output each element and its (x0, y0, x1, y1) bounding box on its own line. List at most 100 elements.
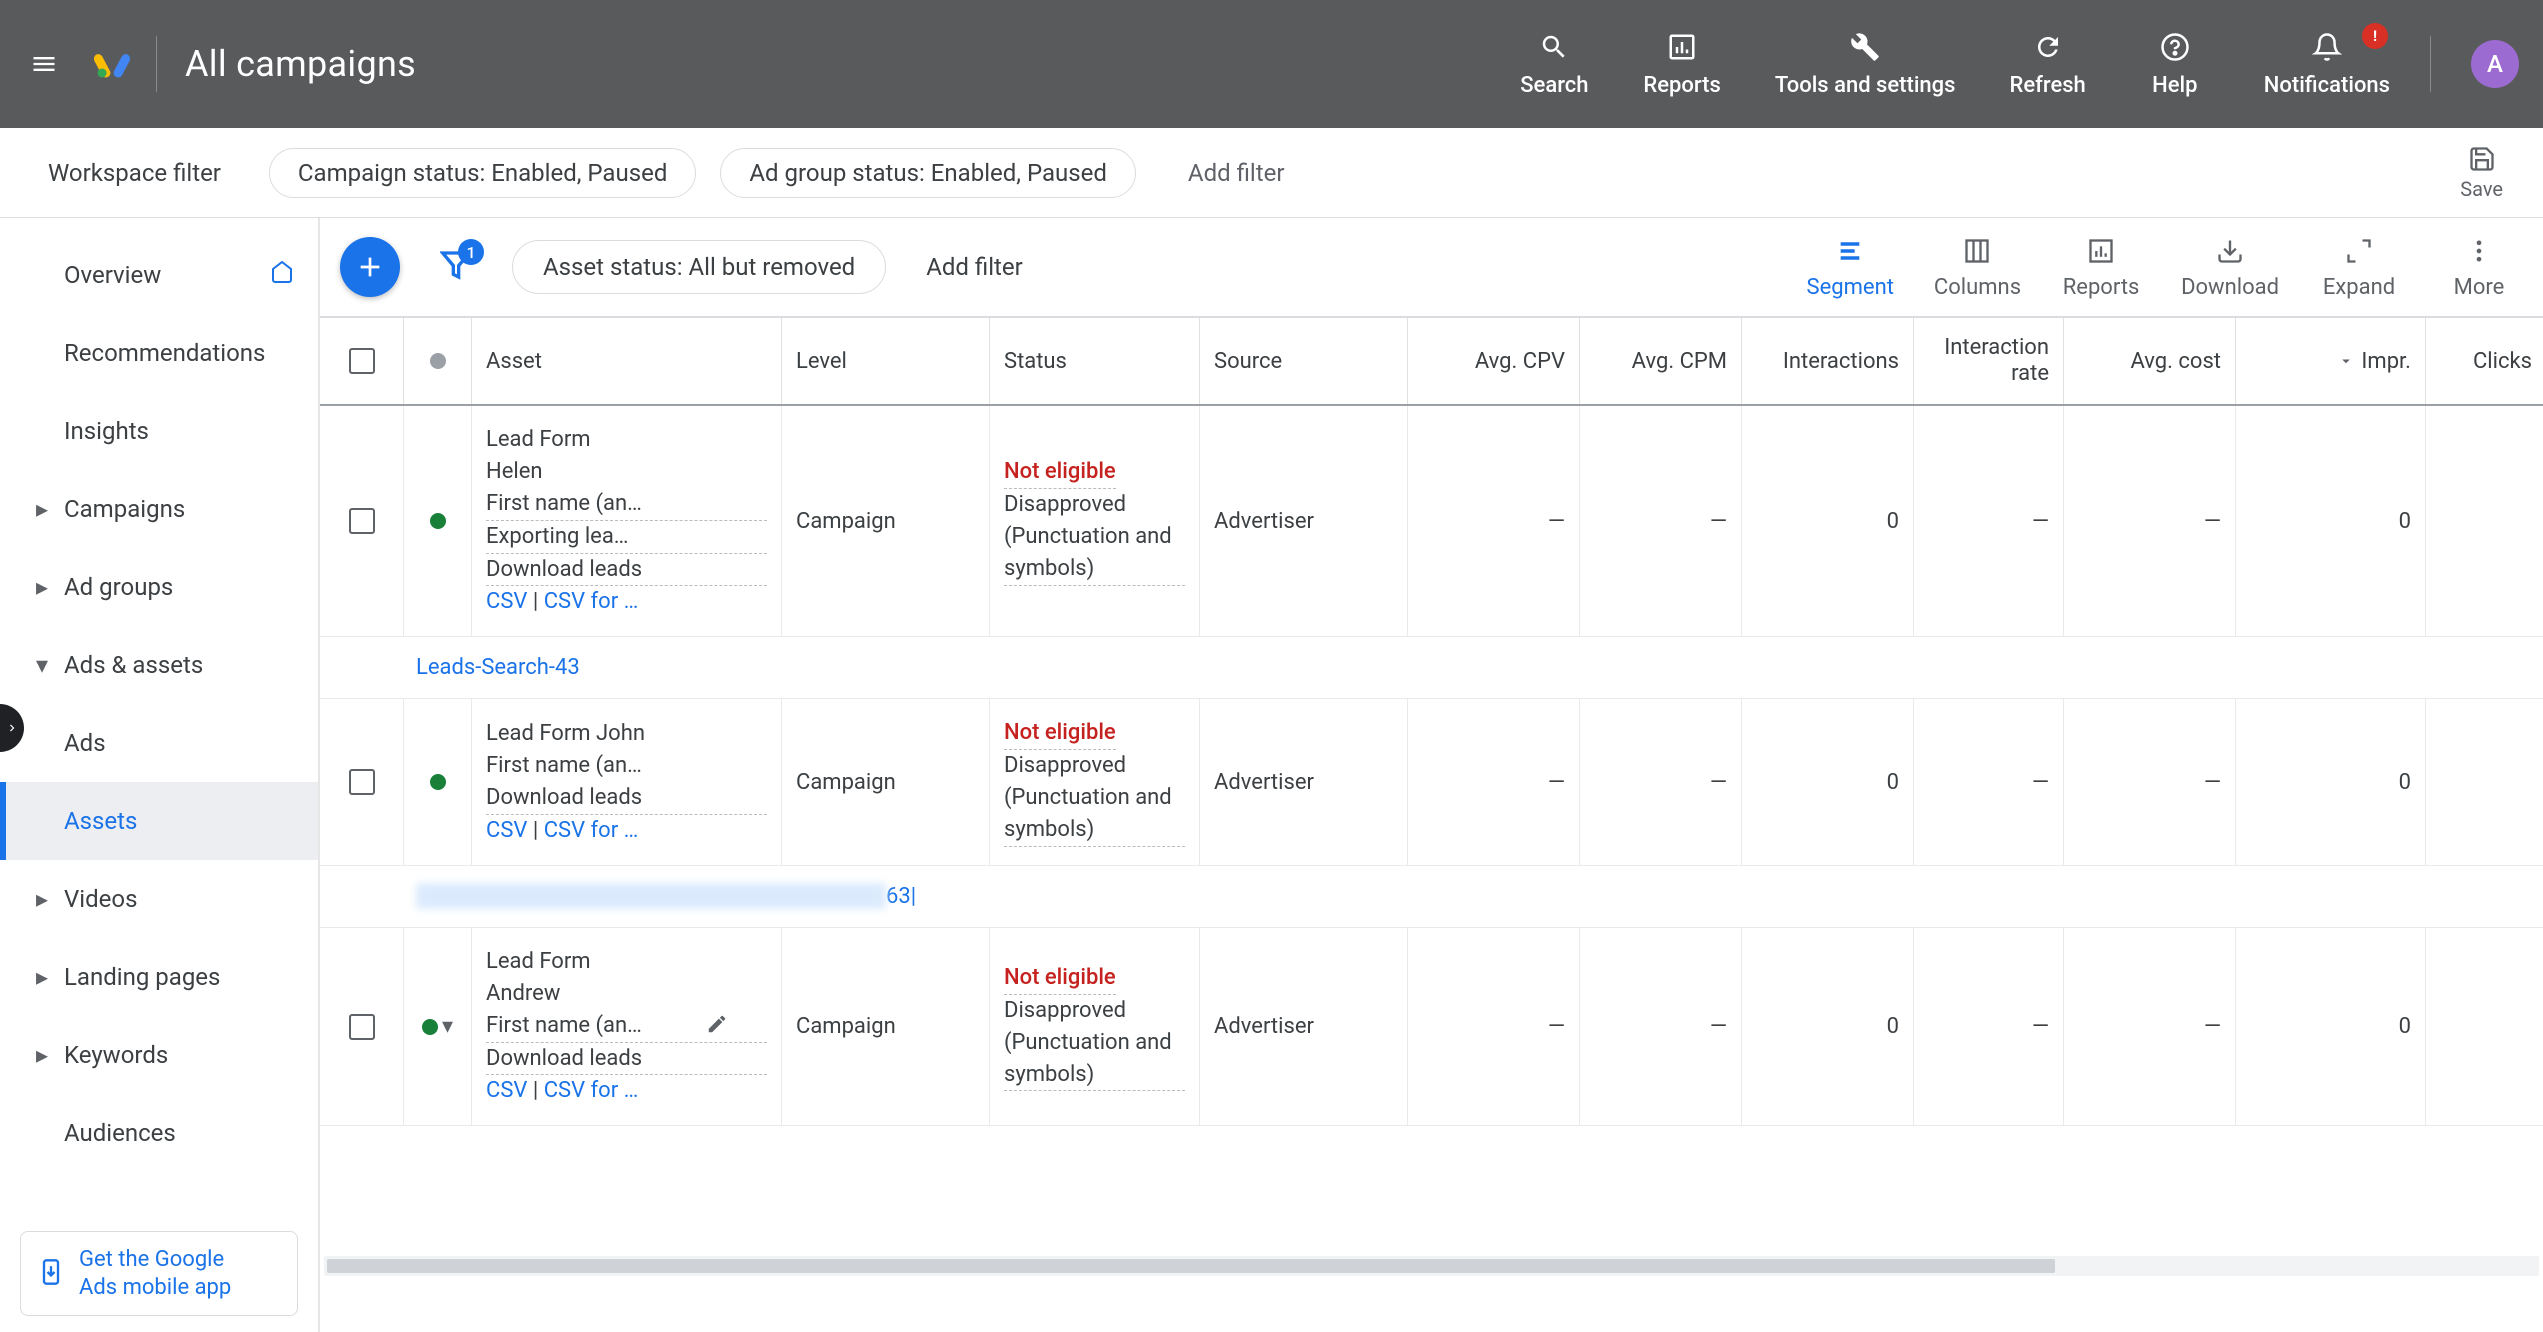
campaign-group-link[interactable]: Leads-Search-43 (416, 655, 580, 680)
filter-icon[interactable]: 1 (440, 249, 472, 285)
table-row: Lead FormHelenFirst name (an…Exporting l… (320, 406, 2543, 637)
csv-link[interactable]: CSV (486, 818, 527, 843)
col-clicks[interactable]: Clicks (2426, 318, 2543, 404)
main-content: 1 Asset status: All but removed Add filt… (320, 218, 2543, 1332)
caret-right-icon: ▸ (36, 573, 56, 601)
workspace-filterbar: Workspace filter Campaign status: Enable… (0, 128, 2543, 218)
table-row: ▾ Lead FormAndrewFirst name (an…Download… (320, 928, 2543, 1126)
redacted-label (416, 883, 886, 909)
cell-asset: Lead FormHelenFirst name (an…Exporting l… (472, 406, 782, 636)
sidebar-item-campaigns[interactable]: ▸Campaigns (0, 470, 318, 548)
cell-interactions: 0 (1742, 406, 1914, 636)
cell-status: Not eligibleDisapproved (Punctuation and… (990, 928, 1200, 1125)
cell-avg-cost: — (2064, 699, 2236, 865)
tools-settings-button[interactable]: Tools and settings (1775, 29, 1956, 99)
col-avg-cost[interactable]: Avg. cost (2064, 318, 2236, 404)
sidebar-item-assets[interactable]: Assets (0, 782, 318, 860)
col-source[interactable]: Source (1200, 318, 1408, 404)
notifications-button[interactable]: ! Notifications (2264, 29, 2390, 99)
cell-interactions: 0 (1742, 699, 1914, 865)
sidebar-item-ads-assets[interactable]: ▾Ads & assets (0, 626, 318, 704)
save-button[interactable]: Save (2460, 145, 2503, 201)
cell-interaction-rate: — (1914, 699, 2064, 865)
filter-chip-asset-status[interactable]: Asset status: All but removed (512, 240, 886, 294)
select-all-checkbox[interactable] (320, 318, 404, 404)
account-avatar[interactable]: A (2471, 40, 2519, 88)
csv-link[interactable]: CSV (486, 1078, 527, 1103)
col-status[interactable]: Status (990, 318, 1200, 404)
filter-chip-campaign-status[interactable]: Campaign status: Enabled, Paused (269, 148, 696, 198)
col-avg-cpv[interactable]: Avg. CPV (1408, 318, 1580, 404)
cell-asset: Lead Form JohnFirst name (an…Download le… (472, 699, 782, 865)
toolbar-add-filter-button[interactable]: Add filter (926, 253, 1023, 281)
page-title: All campaigns (185, 43, 416, 85)
cell-avg-cpm: — (1580, 699, 1742, 865)
download-button[interactable]: Download (2181, 235, 2279, 300)
horizontal-scrollbar[interactable] (324, 1256, 2539, 1276)
col-avg-cpm[interactable]: Avg. CPM (1580, 318, 1742, 404)
csv-for-link[interactable]: CSV for … (544, 1078, 639, 1103)
more-button[interactable]: More (2439, 235, 2519, 300)
row-checkbox[interactable] (320, 928, 404, 1125)
mobile-app-promo[interactable]: Get the GoogleAds mobile app (20, 1231, 298, 1316)
campaign-group-link[interactable]: 63| (886, 884, 916, 909)
cell-interaction-rate: — (1914, 406, 2064, 636)
csv-for-link[interactable]: CSV for … (544, 589, 639, 614)
cell-avg-cost: — (2064, 406, 2236, 636)
cell-avg-cpm: — (1580, 406, 1742, 636)
add-filter-button[interactable]: Add filter (1160, 149, 1313, 197)
download-icon (37, 1258, 65, 1290)
cell-avg-cost: — (2064, 928, 2236, 1125)
csv-link[interactable]: CSV (486, 589, 527, 614)
row-checkbox[interactable] (320, 406, 404, 636)
toolbar-reports-button[interactable]: Reports (2061, 235, 2141, 300)
cell-impr: 0 (2236, 406, 2426, 636)
row-status-dot (404, 406, 472, 636)
caret-right-icon: ▸ (36, 885, 56, 913)
col-status-dot (404, 318, 472, 404)
col-interaction-rate[interactable]: Interactionrate (1914, 318, 2064, 404)
sidebar-item-landing[interactable]: ▸Landing pages (0, 938, 318, 1016)
cell-impr: 0 (2236, 699, 2426, 865)
hamburger-menu-icon[interactable] (24, 44, 64, 84)
caret-right-icon: ▸ (36, 495, 56, 523)
csv-for-link[interactable]: CSV for … (544, 818, 639, 843)
cell-avg-cpv: — (1408, 699, 1580, 865)
edit-icon[interactable] (706, 1013, 728, 1041)
sidebar-item-overview[interactable]: Overview (0, 236, 318, 314)
app-header: All campaigns Search Reports Tools and s… (0, 0, 2543, 128)
refresh-button[interactable]: Refresh (2009, 29, 2085, 99)
col-asset[interactable]: Asset (472, 318, 782, 404)
sidebar-item-ads[interactable]: Ads (0, 704, 318, 782)
sidebar-item-videos[interactable]: ▸Videos (0, 860, 318, 938)
sidebar-item-insights[interactable]: Insights (0, 392, 318, 470)
caret-down-icon[interactable]: ▾ (442, 1014, 453, 1039)
caret-right-icon: ▸ (36, 963, 56, 991)
segment-button[interactable]: Segment (1807, 235, 1894, 300)
campaign-group-row: 63| (320, 866, 2543, 928)
help-button[interactable]: Help (2140, 29, 2210, 99)
col-impr[interactable]: Impr. (2236, 318, 2426, 404)
filter-count-badge: 1 (458, 239, 484, 265)
col-level[interactable]: Level (782, 318, 990, 404)
search-button[interactable]: Search (1519, 29, 1589, 99)
cell-avg-cpv: — (1408, 406, 1580, 636)
sidebar-item-recommendations[interactable]: Recommendations (0, 314, 318, 392)
expand-button[interactable]: Expand (2319, 235, 2399, 300)
cell-avg-cpm: — (1580, 928, 1742, 1125)
col-interactions[interactable]: Interactions (1742, 318, 1914, 404)
sidebar-item-adgroups[interactable]: ▸Ad groups (0, 548, 318, 626)
assets-table: Asset Level Status Source Avg. CPV Avg. … (320, 318, 2543, 1126)
assets-toolbar: 1 Asset status: All but removed Add filt… (320, 218, 2543, 318)
columns-button[interactable]: Columns (1934, 235, 2021, 300)
add-asset-button[interactable] (340, 237, 400, 297)
table-header: Asset Level Status Source Avg. CPV Avg. … (320, 318, 2543, 406)
notification-badge: ! (2362, 23, 2388, 49)
sidebar-item-audiences[interactable]: Audiences (0, 1094, 318, 1172)
reports-button[interactable]: Reports (1643, 29, 1720, 99)
sidebar-item-keywords[interactable]: ▸Keywords (0, 1016, 318, 1094)
filter-chip-adgroup-status[interactable]: Ad group status: Enabled, Paused (720, 148, 1136, 198)
row-checkbox[interactable] (320, 699, 404, 865)
left-sidebar: Overview Recommendations Insights ▸Campa… (0, 218, 320, 1332)
caret-right-icon: ▸ (36, 1041, 56, 1069)
